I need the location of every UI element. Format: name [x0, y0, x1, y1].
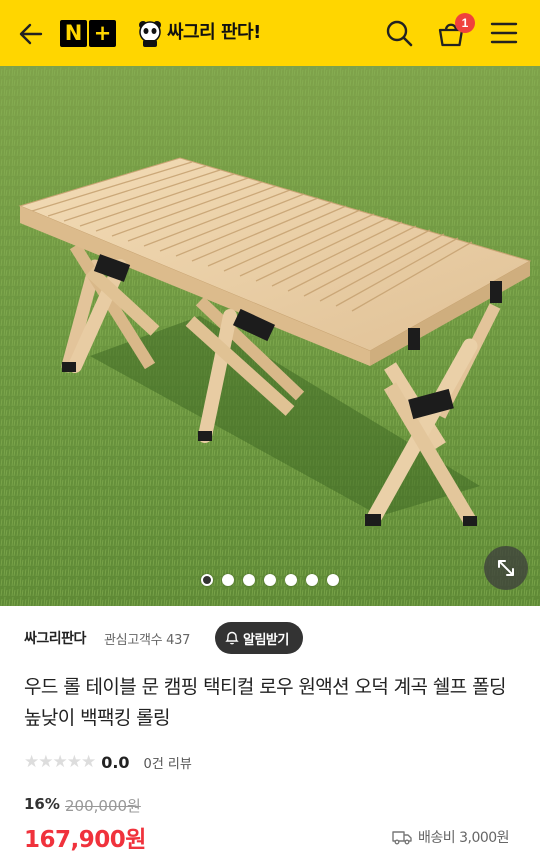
product-title: 우드 롤 테이블 문 캠핑 택티컬 로우 원액션 오덕 계곡 쉘프 폴딩 높낮이… — [24, 676, 506, 729]
sale-price: 167,900원 — [24, 827, 146, 853]
top-header: N + 싸그리 판다! 1 — [0, 0, 540, 66]
bell-plus-icon — [225, 631, 239, 645]
carousel-dot[interactable] — [306, 574, 318, 586]
truck-icon — [392, 831, 412, 845]
rating-score: 0.0 — [101, 752, 130, 772]
search-icon[interactable] — [382, 16, 416, 50]
carousel-dot[interactable] — [243, 574, 255, 586]
seller-name[interactable]: 싸그리판다 — [24, 628, 86, 648]
shipping-fee: 배송비 3,000원 — [418, 830, 510, 846]
cart-count-badge: 1 — [455, 13, 475, 33]
discount-rate: 16% — [24, 795, 60, 813]
brand-logo[interactable]: 싸그리 판다! — [137, 18, 261, 48]
follower-count: 관심고객수 437 — [104, 633, 191, 648]
review-count[interactable]: 0건 리뷰 — [144, 753, 192, 772]
alarm-button[interactable]: 알림받기 — [215, 622, 303, 654]
rating-row[interactable]: ★★★★★ 0.0 0건 리뷰 — [24, 752, 192, 772]
carousel-dot[interactable] — [222, 574, 234, 586]
shipping-info: 배송비 3,000원 — [392, 827, 510, 847]
logo-n: N — [60, 20, 87, 47]
alarm-label: 알림받기 — [243, 632, 289, 648]
carousel-dot[interactable] — [201, 574, 213, 586]
logo-plus: + — [89, 20, 116, 47]
nplus-logo[interactable]: N + — [60, 20, 116, 48]
carousel-pagination — [201, 574, 339, 586]
star-rating-icon: ★★★★★ — [24, 752, 96, 772]
product-image[interactable] — [0, 66, 540, 606]
brand-name: 싸그리 판다! — [167, 22, 261, 43]
wood-table-illustration — [0, 66, 540, 606]
original-price: 200,000원 — [65, 797, 141, 815]
carousel-dot[interactable] — [285, 574, 297, 586]
expand-icon[interactable] — [484, 546, 528, 590]
menu-icon[interactable] — [487, 16, 521, 50]
carousel-dot[interactable] — [327, 574, 339, 586]
panda-mascot-icon — [139, 21, 161, 47]
back-arrow-icon[interactable] — [16, 19, 46, 49]
carousel-dot[interactable] — [264, 574, 276, 586]
